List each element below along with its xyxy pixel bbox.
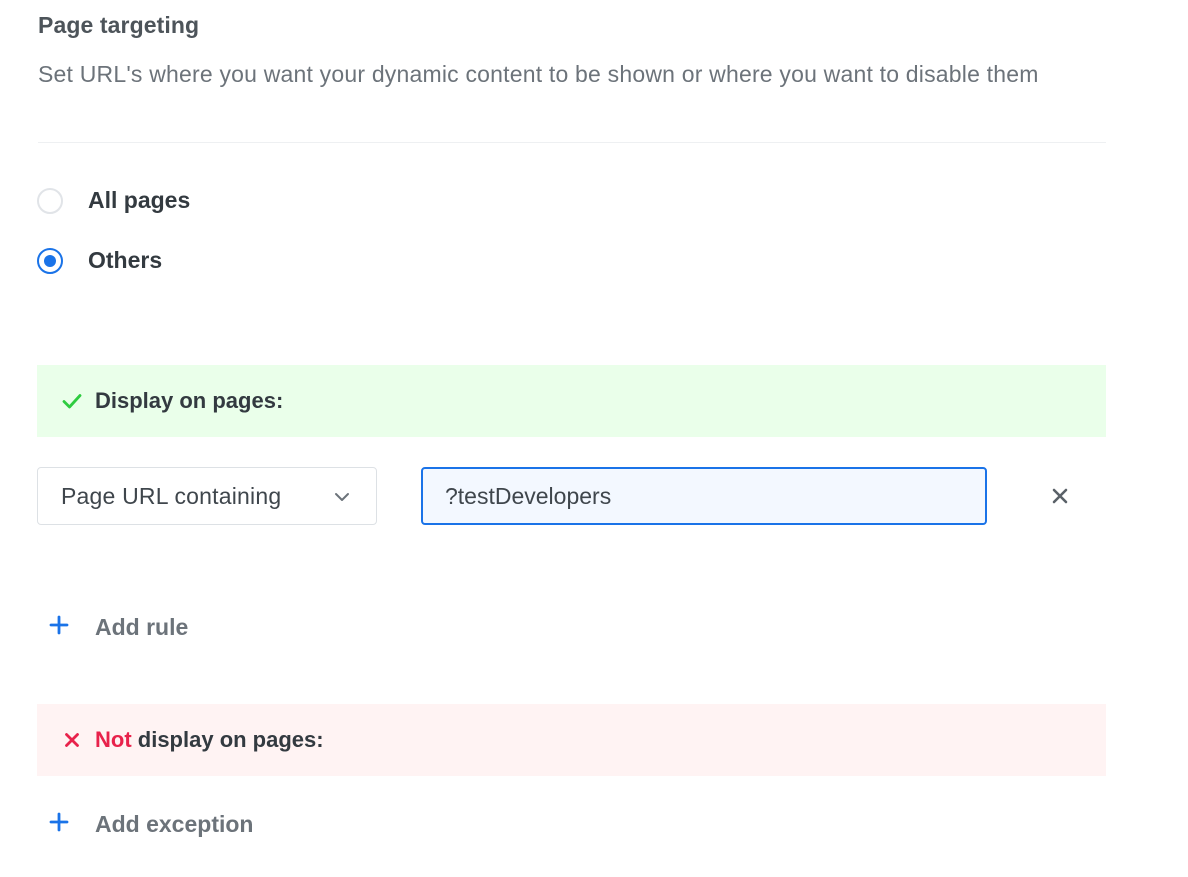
- add-exception-button[interactable]: Add exception: [48, 811, 253, 838]
- display-on-pages-label: Display on pages:: [95, 388, 284, 413]
- radio-option-all-pages[interactable]: All pages: [37, 187, 190, 214]
- remove-rule-button[interactable]: [1048, 484, 1072, 508]
- section-description: Set URL's where you want your dynamic co…: [38, 61, 1039, 87]
- divider: [38, 142, 1106, 143]
- cross-icon: [62, 730, 82, 750]
- not-display-suffix: display on pages:: [131, 727, 324, 752]
- section-title: Page targeting: [38, 12, 200, 38]
- chevron-down-icon: [334, 490, 350, 502]
- url-condition-select[interactable]: Page URL containing: [37, 467, 377, 525]
- display-on-pages-banner: Display on pages:: [37, 365, 1106, 437]
- radio-label-others: Others: [88, 247, 163, 273]
- radio-button-all-pages[interactable]: [37, 187, 63, 214]
- radio-label-all-pages: All pages: [88, 187, 191, 213]
- plus-icon: [48, 811, 70, 838]
- add-rule-label: Add rule: [95, 614, 189, 640]
- add-rule-button[interactable]: Add rule: [48, 614, 188, 641]
- checkmark-icon: [62, 391, 82, 411]
- radio-option-others[interactable]: Others: [37, 247, 162, 274]
- not-display-on-pages-label: Not display on pages:: [95, 727, 324, 753]
- close-icon: [1052, 488, 1068, 504]
- url-value-input[interactable]: [421, 467, 987, 525]
- url-condition-value: Page URL containing: [61, 482, 282, 509]
- not-keyword: Not: [95, 727, 132, 752]
- radio-button-others[interactable]: [37, 247, 63, 274]
- add-exception-label: Add exception: [95, 811, 254, 837]
- plus-icon: [48, 614, 70, 641]
- not-display-on-pages-banner: Not display on pages:: [37, 704, 1106, 776]
